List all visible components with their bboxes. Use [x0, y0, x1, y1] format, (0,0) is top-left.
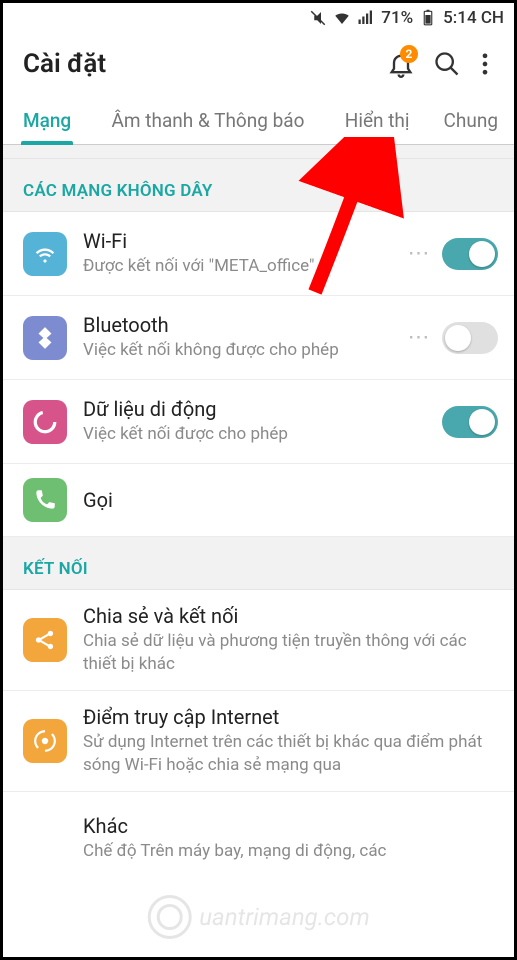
row-title: Gọi — [83, 488, 498, 512]
row-bluetooth[interactable]: Bluetooth Việc kết nối không được cho ph… — [3, 296, 514, 380]
battery-percent: 71% — [381, 8, 413, 28]
signal-icon — [357, 9, 375, 27]
row-subtitle: Sử dụng Internet trên các thiết bị khác … — [83, 731, 498, 777]
clock: 5:14 CH — [443, 8, 504, 28]
list-wireless: Wi-Fi Được kết nối với "META_office" ⋯ B… — [3, 212, 514, 537]
page-title: Cài đặt — [23, 49, 378, 79]
row-other[interactable]: Khác Chế độ Trên máy bay, mạng di động, … — [3, 792, 514, 876]
tabs: Mạng Âm thanh & Thông báo Hiển thị Chung — [3, 95, 514, 145]
bluetooth-icon — [23, 316, 67, 360]
row-title: Khác — [83, 814, 498, 838]
row-mobile-data[interactable]: Dữ liệu di động Việc kết nối được cho ph… — [3, 380, 514, 464]
status-bar: 71% 5:14 CH — [3, 3, 514, 33]
row-subtitle: Chế độ Trên máy bay, mạng di động, các — [83, 840, 498, 863]
row-title: Bluetooth — [83, 313, 404, 337]
watermark: uantrimang.com — [147, 895, 370, 939]
list-connect: Chia sẻ và kết nối Chia sẻ dữ liệu và ph… — [3, 590, 514, 876]
row-title: Wi-Fi — [83, 229, 404, 253]
row-more-icon[interactable]: ⋯ — [404, 325, 434, 350]
row-subtitle: Việc kết nối không được cho phép — [83, 339, 404, 362]
mute-icon — [309, 9, 327, 27]
toggle-wifi[interactable] — [442, 238, 498, 270]
section-header-wireless: CÁC MẠNG KHÔNG DÂY — [3, 159, 514, 212]
battery-icon — [419, 9, 437, 27]
tab-display[interactable]: Hiển thị — [335, 109, 420, 144]
share-icon — [23, 618, 67, 662]
row-more-icon[interactable]: ⋯ — [404, 241, 434, 266]
search-button[interactable] — [424, 41, 470, 87]
call-icon — [23, 478, 67, 522]
mobile-data-icon — [23, 400, 67, 444]
row-title: Điểm truy cập Internet — [83, 705, 498, 729]
row-wifi[interactable]: Wi-Fi Được kết nối với "META_office" ⋯ — [3, 212, 514, 296]
section-gap — [3, 145, 514, 159]
search-icon — [433, 50, 461, 78]
row-subtitle: Chia sẻ dữ liệu và phương tiện truyền th… — [83, 630, 498, 676]
wifi-icon — [23, 232, 67, 276]
more-vert-icon — [471, 50, 499, 78]
row-title: Dữ liệu di động — [83, 397, 434, 421]
hotspot-icon — [23, 719, 67, 763]
row-share-connect[interactable]: Chia sẻ và kết nối Chia sẻ dữ liệu và ph… — [3, 590, 514, 691]
more-button[interactable] — [470, 41, 500, 87]
row-subtitle: Được kết nối với "META_office" — [83, 255, 404, 278]
row-title: Chia sẻ và kết nối — [83, 604, 498, 628]
notification-badge: 2 — [400, 45, 418, 63]
notifications-button[interactable]: 2 — [378, 41, 424, 87]
row-subtitle: Việc kết nối được cho phép — [83, 423, 434, 446]
app-header: Cài đặt 2 — [3, 33, 514, 95]
tab-sound-notification[interactable]: Âm thanh & Thông báo — [81, 109, 335, 144]
row-call[interactable]: Gọi — [3, 464, 514, 537]
toggle-bluetooth[interactable] — [442, 322, 498, 354]
tab-general[interactable]: Chung — [434, 109, 508, 144]
wifi-icon — [333, 9, 351, 27]
toggle-mobile-data[interactable] — [442, 406, 498, 438]
tab-network[interactable]: Mạng — [13, 109, 81, 144]
section-header-connect: KẾT NỐI — [3, 537, 514, 590]
row-hotspot[interactable]: Điểm truy cập Internet Sử dụng Internet … — [3, 691, 514, 792]
